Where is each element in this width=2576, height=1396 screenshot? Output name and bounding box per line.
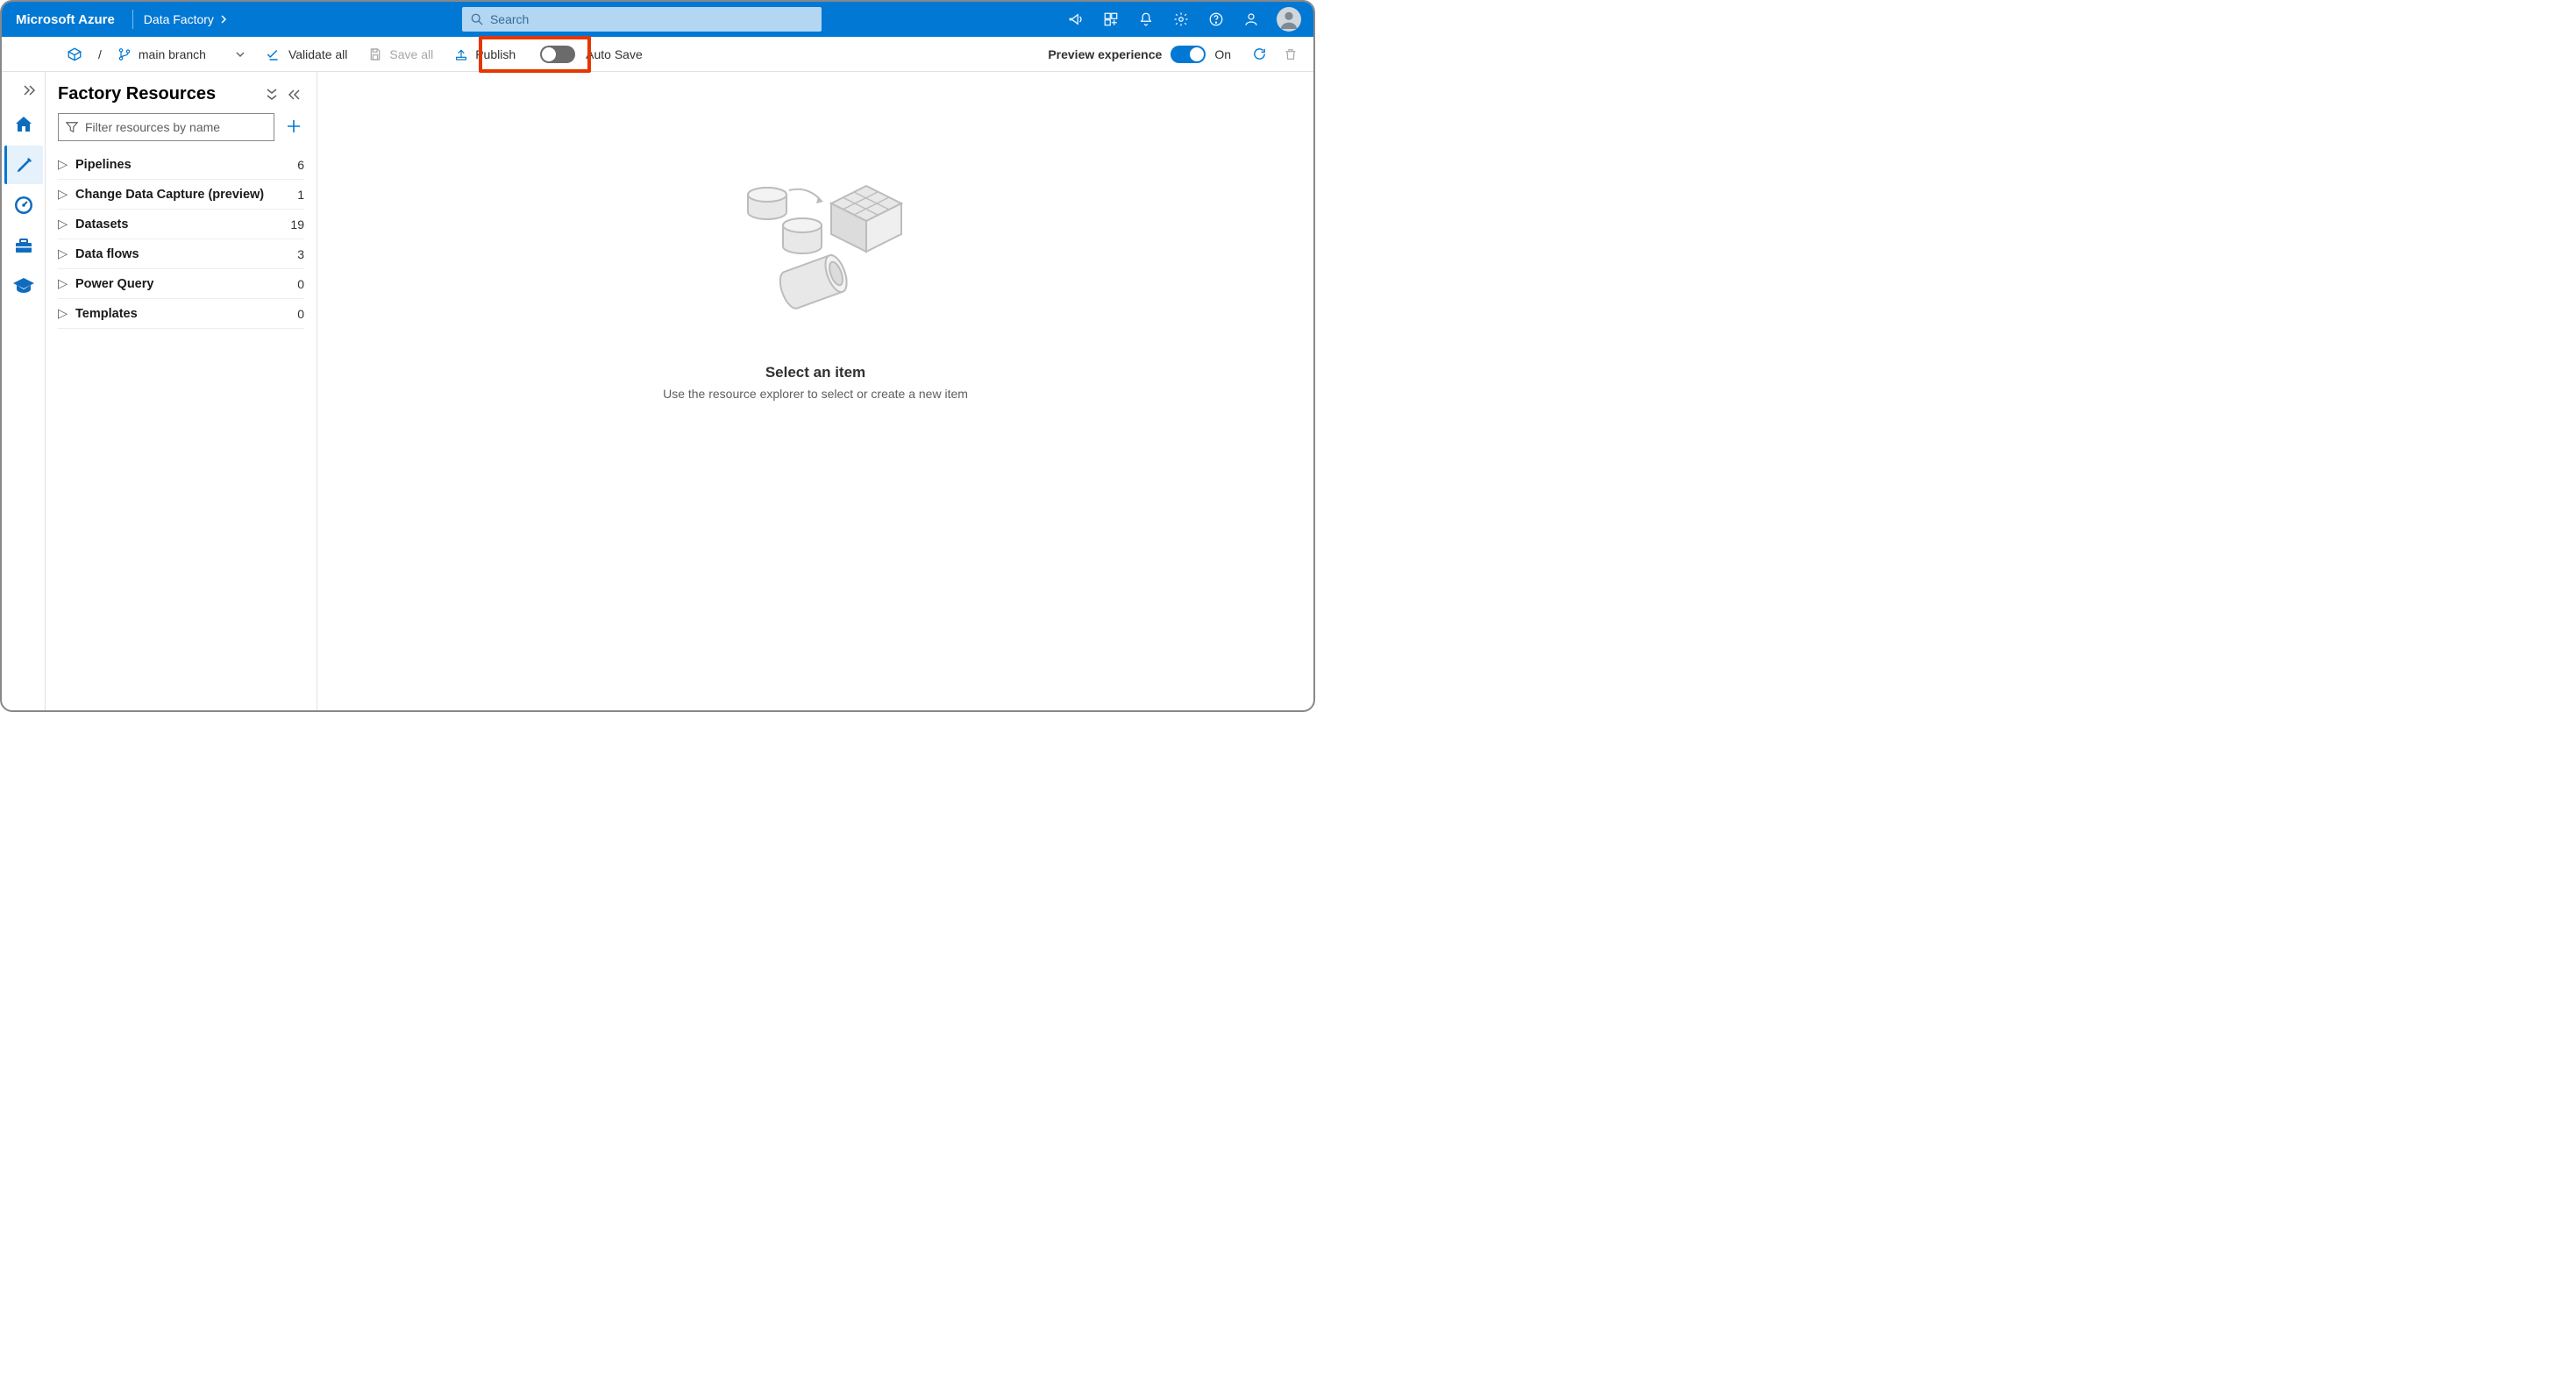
graduation-cap-icon [12, 276, 35, 296]
nav-monitor[interactable] [4, 186, 43, 224]
left-navigation-rail [2, 72, 46, 710]
authoring-canvas: Select an item Use the resource explorer… [317, 72, 1313, 710]
filter-resources-input[interactable] [85, 120, 267, 134]
chevron-right-icon: ▷ [58, 277, 70, 291]
filter-resources-input-wrap[interactable] [58, 113, 274, 141]
chevron-right-icon [221, 15, 228, 24]
tree-node-templates[interactable]: ▷ Templates 0 [58, 299, 304, 329]
tree-node-datasets[interactable]: ▷ Datasets 19 [58, 210, 304, 239]
header-divider [132, 10, 133, 29]
chevron-down-icon [236, 50, 245, 59]
box-icon [67, 46, 82, 62]
chevron-right-icon: ▷ [58, 217, 70, 231]
autosave-toggle[interactable] [540, 46, 575, 63]
global-search[interactable] [462, 7, 822, 32]
resource-tree: ▷ Pipelines 6 ▷ Change Data Capture (pre… [46, 150, 317, 329]
chevron-right-icon: ▷ [58, 158, 70, 172]
search-icon [471, 13, 483, 25]
add-resource-button[interactable] [283, 116, 304, 139]
tree-node-label: Datasets [75, 217, 290, 231]
delete-button[interactable] [1280, 47, 1301, 61]
nav-home[interactable] [4, 105, 43, 144]
branch-name: main branch [139, 47, 206, 61]
nav-author[interactable] [4, 146, 43, 184]
double-chevron-right-icon [24, 85, 36, 96]
refresh-button[interactable] [1247, 46, 1271, 61]
tree-node-label: Pipelines [75, 158, 297, 172]
double-chevron-left-icon [288, 89, 301, 100]
preview-toggle-state: On [1214, 47, 1231, 61]
chevron-right-icon: ▷ [58, 307, 70, 321]
expand-all-button[interactable] [262, 85, 281, 104]
toolbox-icon [13, 235, 34, 256]
tree-node-powerquery[interactable]: ▷ Power Query 0 [58, 269, 304, 299]
empty-state: Select an item Use the resource explorer… [663, 177, 968, 401]
checkmark-all-icon [266, 47, 281, 61]
resources-title: Factory Resources [58, 84, 259, 104]
global-search-input[interactable] [490, 12, 813, 26]
empty-state-illustration [663, 177, 968, 348]
tree-node-cdc[interactable]: ▷ Change Data Capture (preview) 1 [58, 180, 304, 210]
tree-node-label: Data flows [75, 247, 297, 261]
tree-node-count: 3 [297, 247, 304, 261]
empty-state-subtitle: Use the resource explorer to select or c… [663, 387, 968, 401]
pencil-icon [15, 155, 34, 174]
double-chevron-down-icon [267, 89, 277, 101]
tree-node-pipelines[interactable]: ▷ Pipelines 6 [58, 150, 304, 180]
home-icon [13, 114, 34, 135]
azure-top-header: Microsoft Azure Data Factory [2, 2, 1313, 37]
validate-all-label: Validate all [288, 47, 347, 61]
tree-node-count: 1 [297, 188, 304, 202]
nav-manage[interactable] [4, 226, 43, 265]
collapse-panel-button[interactable] [285, 85, 304, 104]
notifications-icon[interactable] [1129, 2, 1163, 37]
preview-experience-toggle[interactable] [1171, 46, 1206, 63]
filter-icon [66, 121, 78, 133]
feedback-icon[interactable] [1235, 2, 1268, 37]
breadcrumb-service[interactable]: Data Factory [139, 12, 233, 26]
help-icon[interactable] [1199, 2, 1233, 37]
breadcrumb-separator: / [95, 47, 105, 61]
autosave-control[interactable]: Auto Save [528, 42, 651, 67]
directory-switch-icon[interactable] [1094, 2, 1128, 37]
plus-icon [287, 119, 301, 133]
gauge-icon [13, 195, 34, 216]
tree-node-label: Power Query [75, 277, 297, 291]
tree-node-label: Templates [75, 307, 297, 321]
publish-label: Publish [475, 47, 516, 61]
tree-node-count: 19 [290, 217, 304, 231]
trash-icon [1284, 47, 1298, 61]
tree-node-count: 0 [297, 277, 304, 291]
save-all-icon [368, 47, 382, 61]
tree-node-count: 0 [297, 307, 304, 321]
empty-state-title: Select an item [663, 364, 968, 381]
tree-node-dataflows[interactable]: ▷ Data flows 3 [58, 239, 304, 269]
chevron-right-icon: ▷ [58, 188, 70, 202]
header-utility-icons [1059, 2, 1268, 37]
save-all-button[interactable]: Save all [359, 44, 442, 65]
nav-learn[interactable] [4, 267, 43, 305]
refresh-icon [1252, 46, 1267, 61]
announcement-icon[interactable] [1059, 2, 1092, 37]
chevron-right-icon: ▷ [58, 247, 70, 261]
save-all-label: Save all [389, 47, 433, 61]
publish-button[interactable]: Publish [445, 44, 524, 65]
settings-icon[interactable] [1164, 2, 1198, 37]
breadcrumb-label: Data Factory [144, 12, 214, 26]
branch-selector[interactable]: main branch [109, 44, 253, 65]
factory-resources-panel: Factory Resources ▷ Pipelines 6 [46, 72, 317, 710]
git-branch-icon [117, 47, 132, 61]
publish-icon [454, 47, 468, 61]
tree-node-count: 6 [297, 158, 304, 172]
azure-brand[interactable]: Microsoft Azure [16, 12, 127, 27]
validate-all-button[interactable]: Validate all [257, 44, 356, 65]
preview-experience-label: Preview experience [1048, 47, 1162, 61]
expand-rail-button[interactable] [4, 77, 43, 103]
user-avatar[interactable] [1277, 7, 1301, 32]
repository-button[interactable] [58, 43, 91, 66]
tree-node-label: Change Data Capture (preview) [75, 188, 297, 202]
autosave-label: Auto Save [586, 47, 643, 61]
authoring-toolbar: / main branch Validate all Save all Publ… [2, 37, 1313, 72]
